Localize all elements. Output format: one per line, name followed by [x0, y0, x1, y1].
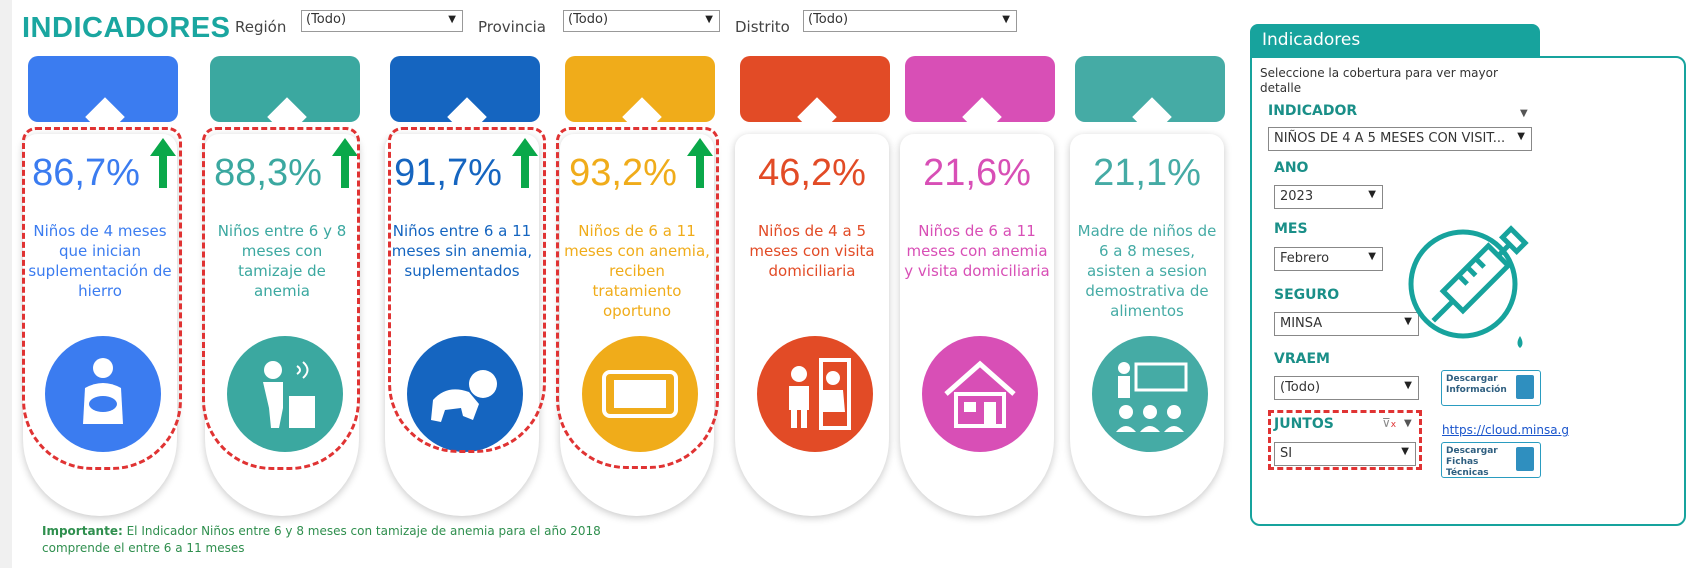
trend-up-arrow-icon [512, 138, 538, 192]
indicator-card-anemia-treatment[interactable]: 93,2% Niños de 6 a 11 meses con anemia, r… [557, 56, 717, 516]
month-label: MES [1274, 221, 1308, 237]
trend-up-arrow-icon [332, 138, 358, 192]
indicator-icon-circle [227, 336, 343, 452]
indicator-card-iron-supplementation[interactable]: 86,7% Niños de 4 meses que inician suplem… [20, 56, 180, 516]
indicator-value: 88,3% [214, 152, 322, 194]
insurance-label: SEGURO [1274, 287, 1340, 303]
trend-up-arrow-icon [687, 138, 713, 192]
chevron-down-icon: ▼ [1517, 131, 1525, 142]
indicator-icon-circle [407, 336, 523, 452]
chevron-down-icon: ▼ [705, 14, 713, 25]
province-filter-select[interactable]: (Todo) ▼ [563, 10, 720, 32]
indicator-description: Niños de 6 a 11 meses con anemia y visit… [904, 222, 1050, 280]
indicator-description: Niños de 4 a 5 meses con visita domicili… [749, 222, 875, 280]
district-filter-label: Distrito [735, 18, 790, 36]
indicator-value: 21,6% [923, 152, 1031, 194]
indicator-value: 91,7% [394, 152, 502, 194]
indicator-description: Niños de 6 a 11 meses con anemia, recibe… [564, 222, 710, 320]
panel-tab[interactable]: Indicadores [1250, 24, 1540, 58]
month-select[interactable]: Febrero ▼ [1274, 247, 1383, 271]
chevron-down-icon: ▼ [448, 14, 456, 25]
province-filter-label: Provincia [478, 18, 546, 36]
chevron-down-icon: ▼ [1404, 380, 1412, 391]
indicator-card-anemia-home-visit[interactable]: 21,6% Niños de 6 a 11 meses con anemia y … [897, 56, 1057, 516]
indicator-select[interactable]: NIÑOS DE 4 A 5 MESES CON VISIT... ▼ [1268, 127, 1532, 151]
indicator-card-no-anemia-supplemented[interactable]: 91,7% Niños entre 6 a 11 meses sin anemia… [382, 56, 542, 516]
indicator-value: 86,7% [32, 152, 140, 194]
year-select[interactable]: 2023 ▼ [1274, 185, 1383, 209]
indicator-description: Niños de 4 meses que inician suplementac… [28, 222, 172, 300]
download-info-button[interactable]: Descargar Información [1441, 370, 1541, 406]
chevron-down-icon: ▼ [1368, 251, 1376, 262]
indicator-card-anemia-screening[interactable]: 88,3% Niños entre 6 y 8 meses con tamizaj… [202, 56, 362, 516]
region-filter-label: Región [235, 18, 287, 36]
dashboard: INDICADORES Región (Todo) ▼ Provincia (T… [12, 0, 1687, 568]
vraem-label: VRAEM [1274, 351, 1330, 367]
indicators-panel: Indicadores Seleccione la cobertura para… [1250, 24, 1686, 528]
year-label: ANO [1274, 160, 1309, 176]
excel-file-icon [1516, 447, 1534, 471]
indicator-value: 21,1% [1093, 152, 1201, 194]
page-title: INDICADORES [22, 12, 231, 44]
footnote: Importante: El Indicador Niños entre 6 y… [42, 524, 601, 555]
panel-instruction: Seleccione la cobertura para ver mayor d… [1260, 66, 1498, 95]
syringe-icon [1408, 218, 1533, 358]
district-filter-select[interactable]: (Todo) ▼ [803, 10, 1017, 32]
chevron-down-icon: ▼ [1368, 189, 1376, 200]
trend-up-arrow-icon [150, 138, 176, 192]
indicator-card-demonstration-session[interactable]: 21,1% Madre de niños de 6 a 8 meses, asis… [1067, 56, 1227, 516]
chevron-down-icon: ▼ [1520, 108, 1528, 119]
insurance-select[interactable]: MINSA ▼ [1274, 312, 1419, 336]
chevron-down-icon: ▼ [1002, 14, 1010, 25]
indicator-icon-circle [757, 336, 873, 452]
vraem-select[interactable]: (Todo) ▼ [1274, 376, 1419, 400]
indicator-description: Madre de niños de 6 a 8 meses, asisten a… [1077, 222, 1217, 320]
indicator-card-home-visit-4-5[interactable]: 46,2% Niños de 4 a 5 meses con visita dom… [732, 56, 892, 516]
indicator-icon-circle [1092, 336, 1208, 452]
excel-file-icon [1516, 375, 1534, 399]
download-sheets-button[interactable]: Descargar Fichas Técnicas [1441, 442, 1541, 478]
indicator-label: INDICADOR [1268, 103, 1358, 119]
indicator-value: 46,2% [758, 152, 866, 194]
cloud-link[interactable]: https://cloud.minsa.g [1442, 423, 1569, 437]
panel-body: Seleccione la cobertura para ver mayor d… [1250, 56, 1686, 526]
indicator-description: Niños entre 6 a 11 meses sin anemia, sup… [391, 222, 533, 280]
indicator-icon-circle [922, 336, 1038, 452]
indicator-icon-circle [582, 336, 698, 452]
indicator-description: Niños entre 6 y 8 meses con tamizaje de … [217, 222, 347, 300]
indicator-value: 93,2% [569, 152, 677, 194]
indicator-icon-circle [45, 336, 161, 452]
region-filter-select[interactable]: (Todo) ▼ [301, 10, 463, 32]
highlight-box [1268, 410, 1422, 470]
